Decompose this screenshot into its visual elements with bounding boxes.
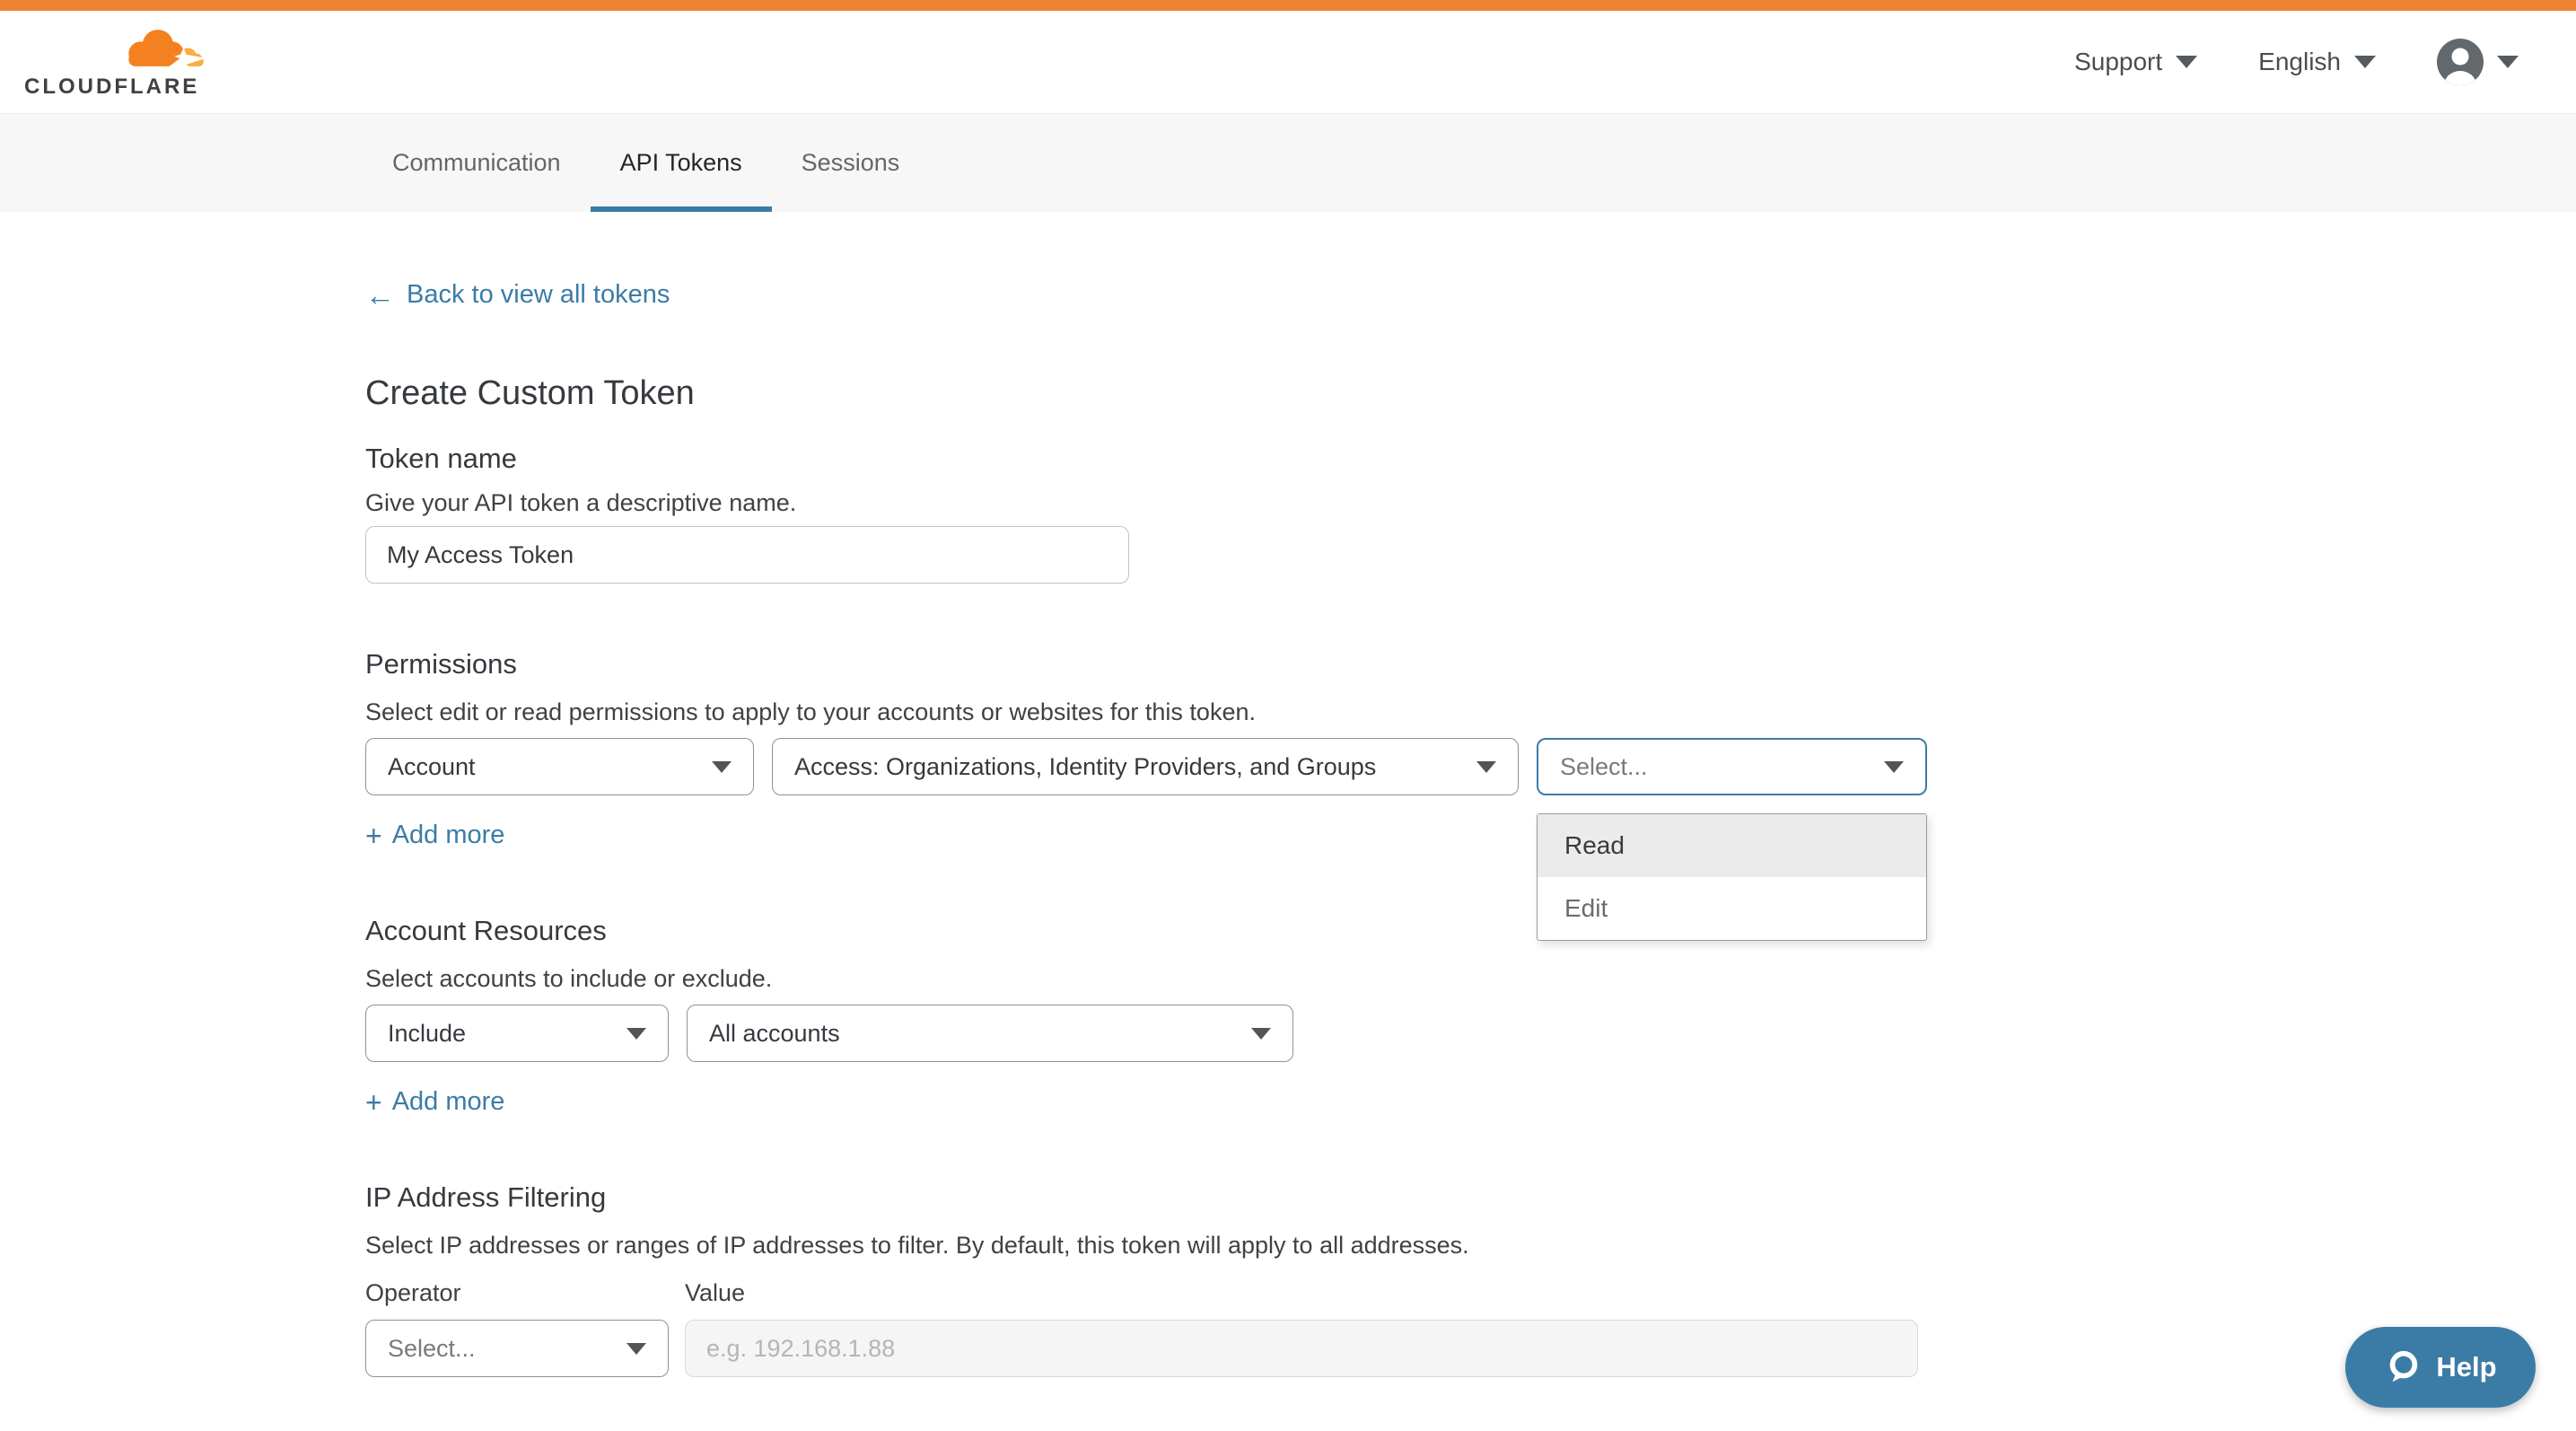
main-content: ← Back to view all tokens Create Custom … bbox=[365, 280, 1927, 1377]
account-mode-value: Include bbox=[388, 1020, 466, 1048]
language-menu[interactable]: English bbox=[2258, 48, 2376, 76]
menu-option-label: Edit bbox=[1564, 894, 1608, 923]
ip-operator-placeholder: Select... bbox=[388, 1335, 476, 1363]
tab-api-tokens[interactable]: API Tokens bbox=[591, 114, 772, 212]
account-resources-add-more-link[interactable]: + Add more bbox=[365, 1087, 504, 1117]
account-resources-row: Include All accounts bbox=[365, 1005, 1927, 1062]
account-menu[interactable] bbox=[2437, 39, 2519, 85]
chevron-down-icon bbox=[1476, 761, 1496, 773]
ip-filtering-row: Select... bbox=[365, 1320, 1927, 1377]
token-name-input[interactable] bbox=[365, 526, 1129, 584]
account-scope-value: All accounts bbox=[709, 1020, 840, 1048]
user-avatar-icon bbox=[2437, 39, 2484, 85]
plus-icon: + bbox=[365, 1088, 382, 1117]
app-header: CLOUDFLARE Support English bbox=[0, 11, 2576, 113]
menu-option-label: Read bbox=[1564, 831, 1625, 860]
ip-value-input[interactable] bbox=[685, 1320, 1918, 1377]
back-arrow-icon: ← bbox=[365, 280, 395, 310]
permission-group-select[interactable]: Access: Organizations, Identity Provider… bbox=[772, 738, 1519, 795]
language-menu-label: English bbox=[2258, 48, 2341, 76]
profile-tabbar: Communication API Tokens Sessions bbox=[0, 113, 2576, 212]
token-name-description: Give your API token a descriptive name. bbox=[365, 489, 1927, 517]
menu-option-read[interactable]: Read bbox=[1538, 814, 1926, 877]
value-label: Value bbox=[685, 1279, 745, 1307]
chevron-down-icon bbox=[626, 1343, 646, 1355]
permissions-description: Select edit or read permissions to apply… bbox=[365, 698, 1927, 726]
cloudflare-logo[interactable]: CLOUDFLARE bbox=[24, 24, 217, 100]
tab-label: Sessions bbox=[802, 149, 900, 177]
account-scope-select[interactable]: All accounts bbox=[687, 1005, 1293, 1062]
chevron-down-icon bbox=[712, 761, 732, 773]
ip-filtering-heading: IP Address Filtering bbox=[365, 1181, 1927, 1214]
add-more-label: Add more bbox=[392, 821, 505, 850]
menu-option-edit[interactable]: Edit bbox=[1538, 877, 1926, 940]
tab-sessions[interactable]: Sessions bbox=[772, 114, 930, 212]
brand-top-bar bbox=[0, 0, 2576, 11]
ip-filtering-description: Select IP addresses or ranges of IP addr… bbox=[365, 1232, 1927, 1260]
tab-communication[interactable]: Communication bbox=[363, 114, 591, 212]
cloudflare-cloud-icon bbox=[117, 24, 208, 73]
cloudflare-logo-text: CLOUDFLARE bbox=[24, 75, 217, 100]
permissions-row: Account Access: Organizations, Identity … bbox=[365, 738, 1927, 795]
permissions-heading: Permissions bbox=[365, 648, 1927, 680]
chevron-down-icon bbox=[1251, 1028, 1271, 1040]
operator-label: Operator bbox=[365, 1279, 685, 1307]
header-controls: Support English bbox=[2074, 39, 2519, 85]
ip-filtering-labels: Operator Value bbox=[365, 1279, 1927, 1307]
back-link-label: Back to view all tokens bbox=[407, 280, 670, 310]
support-menu[interactable]: Support bbox=[2074, 48, 2197, 76]
help-button-label: Help bbox=[2436, 1351, 2496, 1383]
chevron-down-icon bbox=[2176, 56, 2197, 68]
chevron-down-icon bbox=[626, 1028, 646, 1040]
permission-scope-value: Account bbox=[388, 753, 476, 781]
permission-level-placeholder: Select... bbox=[1560, 753, 1648, 781]
permission-group-value: Access: Organizations, Identity Provider… bbox=[794, 753, 1376, 781]
chevron-down-icon bbox=[2354, 56, 2376, 68]
chevron-down-icon bbox=[2497, 56, 2519, 68]
permission-level-menu: Read Edit bbox=[1537, 813, 1927, 941]
account-mode-select[interactable]: Include bbox=[365, 1005, 669, 1062]
add-more-label: Add more bbox=[392, 1087, 505, 1117]
account-resources-description: Select accounts to include or exclude. bbox=[365, 965, 1927, 993]
tab-label: Communication bbox=[392, 149, 561, 177]
chat-bubble-icon bbox=[2384, 1348, 2422, 1386]
support-menu-label: Support bbox=[2074, 48, 2162, 76]
permissions-add-more-link[interactable]: + Add more bbox=[365, 821, 504, 850]
help-button[interactable]: Help bbox=[2345, 1327, 2536, 1408]
token-name-heading: Token name bbox=[365, 443, 1927, 475]
back-to-tokens-link[interactable]: ← Back to view all tokens bbox=[365, 280, 670, 310]
plus-icon: + bbox=[365, 821, 382, 850]
permission-level-select[interactable]: Select... bbox=[1537, 738, 1927, 795]
page-title: Create Custom Token bbox=[365, 374, 1927, 413]
chevron-down-icon bbox=[1884, 761, 1904, 773]
ip-operator-select[interactable]: Select... bbox=[365, 1320, 669, 1377]
permission-scope-select[interactable]: Account bbox=[365, 738, 754, 795]
tab-label: API Tokens bbox=[620, 149, 742, 177]
